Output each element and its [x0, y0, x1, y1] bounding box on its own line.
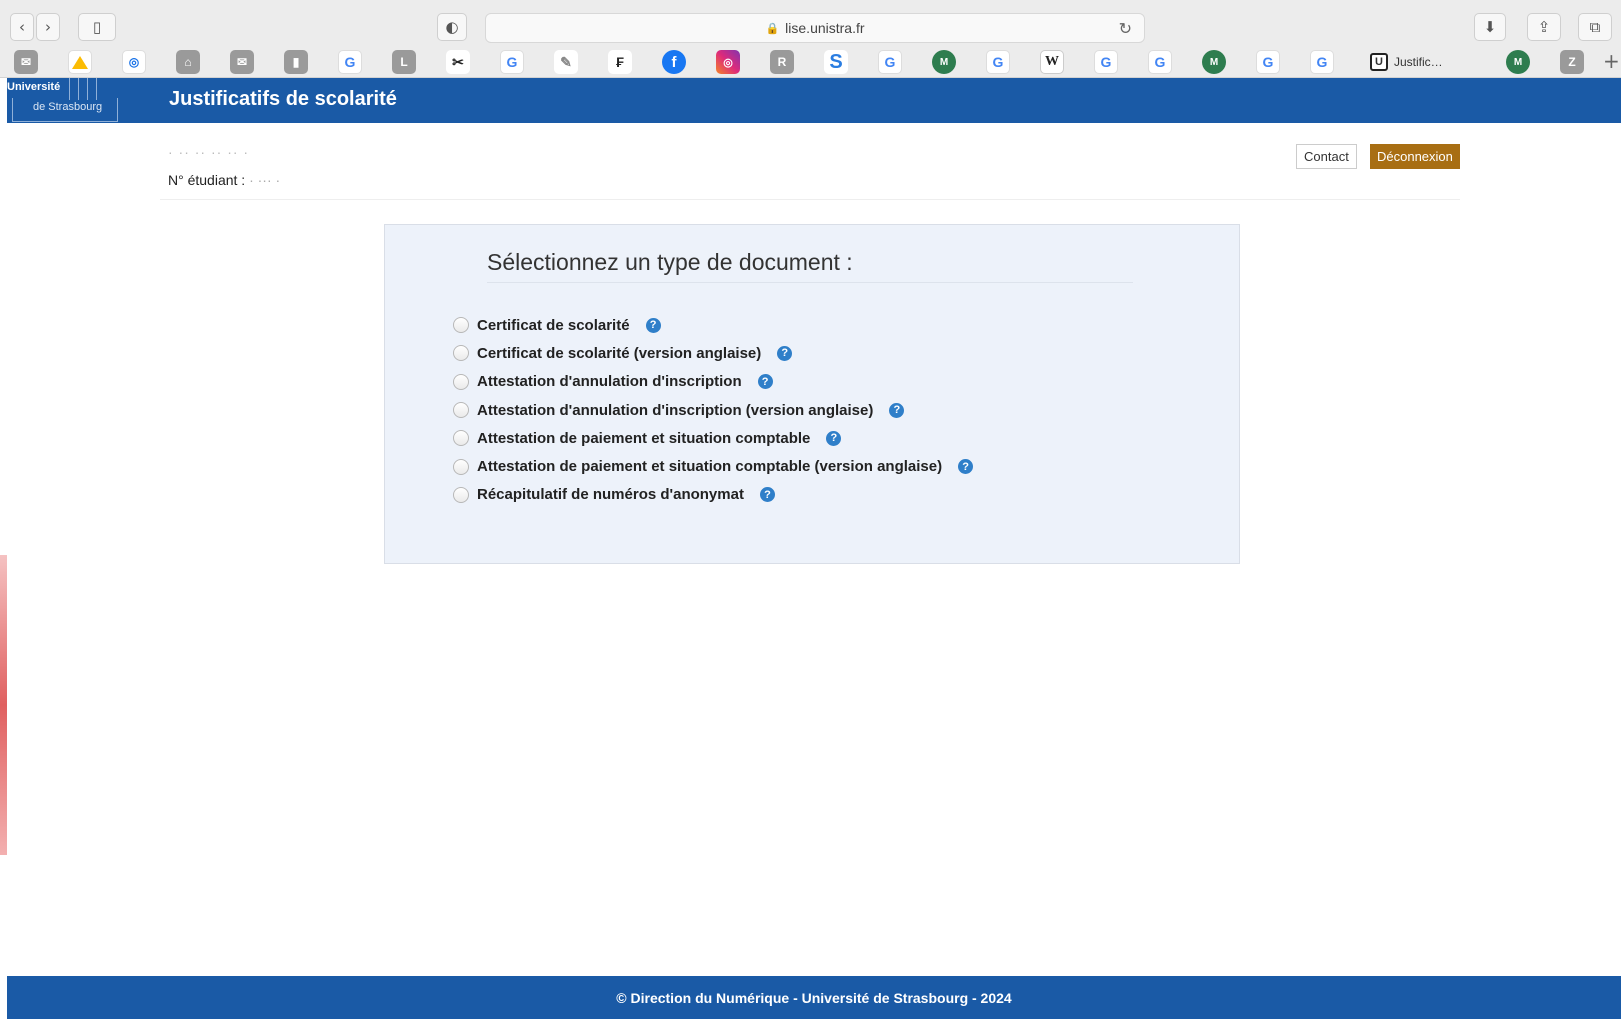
- panel-heading: Sélectionnez un type de document :: [487, 249, 853, 275]
- google-icon[interactable]: G: [1256, 50, 1280, 74]
- reload-icon[interactable]: ↻: [1119, 19, 1132, 38]
- radio-button[interactable]: [453, 458, 469, 475]
- document-option[interactable]: Attestation de paiement et situation com…: [453, 452, 974, 480]
- user-info-bar: · ·· ·· ·· ·· · N° étudiant : · ··· · Co…: [160, 140, 1460, 200]
- google-icon[interactable]: G: [500, 50, 524, 74]
- help-icon[interactable]: ?: [777, 345, 793, 361]
- option-label[interactable]: Récapitulatif de numéros d'anonymat: [477, 486, 744, 503]
- logo-line-2: de Strasbourg: [33, 101, 103, 113]
- google-icon[interactable]: G: [338, 50, 362, 74]
- address-bar[interactable]: 🔒 lise.unistra.fr ↻: [485, 13, 1145, 43]
- active-tab[interactable]: U Justific…: [1370, 50, 1488, 74]
- help-icon[interactable]: ?: [889, 402, 905, 418]
- help-icon[interactable]: ?: [645, 317, 661, 333]
- bookmark-icon[interactable]: ₣: [608, 50, 632, 74]
- option-label[interactable]: Attestation de paiement et situation com…: [477, 430, 810, 447]
- facebook-icon[interactable]: f: [662, 50, 686, 74]
- bookmark-m-icon[interactable]: M: [932, 50, 956, 74]
- lock-icon: 🔒: [765, 21, 780, 35]
- bookmark-z-icon[interactable]: Z: [1560, 50, 1584, 74]
- option-label[interactable]: Attestation d'annulation d'inscription: [477, 373, 742, 390]
- logo-mark: [69, 78, 97, 100]
- bookmarks-bar: ✉ ◎ ⌂ ✉ ▮ G L ✂ G ✎ ₣ f ◎ R S G M G W G …: [0, 46, 1621, 78]
- option-label[interactable]: Attestation de paiement et situation com…: [477, 458, 942, 475]
- document-option[interactable]: Certificat de scolarité (version anglais…: [453, 339, 973, 367]
- help-icon[interactable]: ?: [759, 487, 775, 503]
- browser-toolbar: ‹ › ▯ ◐ 🔒 lise.unistra.fr ↻ ⬇ ⇪ ⧉: [0, 0, 1621, 46]
- footer-text: © Direction du Numérique - Université de…: [616, 989, 1012, 1006]
- radio-button[interactable]: [453, 345, 469, 362]
- help-icon[interactable]: ?: [826, 430, 842, 446]
- radio-button[interactable]: [453, 402, 469, 419]
- option-label[interactable]: Attestation d'annulation d'inscription (…: [477, 402, 873, 419]
- google-icon[interactable]: G: [878, 50, 902, 74]
- bookmark-icon[interactable]: ⌂: [176, 50, 200, 74]
- student-number: N° étudiant : · ··· ·: [168, 172, 280, 188]
- unistra-favicon-icon: U: [1370, 53, 1388, 71]
- logo-line-1: Université: [7, 81, 61, 93]
- download-icon[interactable]: ⬇: [1474, 13, 1506, 41]
- document-option[interactable]: Certificat de scolarité ?: [453, 311, 973, 339]
- contact-button[interactable]: Contact: [1296, 144, 1357, 169]
- instagram-icon[interactable]: ◎: [716, 50, 740, 74]
- site-header: Université de Strasbourg Justificatifs d…: [7, 78, 1621, 123]
- privacy-shield-icon[interactable]: ◐: [437, 13, 467, 41]
- radio-button[interactable]: [453, 317, 469, 334]
- bookmark-r-icon[interactable]: R: [770, 50, 794, 74]
- user-name: · ·· ·· ·· ·· ·: [168, 144, 250, 160]
- site-footer: © Direction du Numérique - Université de…: [7, 976, 1621, 1019]
- google-icon[interactable]: G: [1094, 50, 1118, 74]
- option-label[interactable]: Certificat de scolarité: [477, 317, 630, 334]
- bookmark-m-icon[interactable]: M: [1202, 50, 1226, 74]
- google-drive-icon[interactable]: [68, 50, 92, 74]
- bookmark-icon[interactable]: ✂: [446, 50, 470, 74]
- bookmark-icon[interactable]: ▮: [284, 50, 308, 74]
- heading-divider: [487, 282, 1133, 283]
- page-title: Justificatifs de scolarité: [169, 88, 397, 110]
- bookmark-l-icon[interactable]: L: [392, 50, 416, 74]
- document-type-options: Certificat de scolarité ? Certificat de …: [453, 311, 974, 509]
- google-icon[interactable]: G: [986, 50, 1010, 74]
- bookmark-icon[interactable]: ◎: [122, 50, 146, 74]
- url-text: lise.unistra.fr: [785, 20, 865, 36]
- wikipedia-icon[interactable]: W: [1040, 50, 1064, 74]
- university-logo[interactable]: Université de Strasbourg: [7, 78, 119, 123]
- document-option[interactable]: Attestation d'annulation d'inscription ?: [453, 368, 973, 396]
- tabs-overview-icon[interactable]: ⧉: [1578, 13, 1612, 41]
- bookmark-icon[interactable]: ✉: [230, 50, 254, 74]
- document-option[interactable]: Attestation de paiement et situation com…: [453, 424, 973, 452]
- desktop-background-edge: [0, 555, 7, 855]
- sidebar-icon[interactable]: ▯: [78, 13, 116, 41]
- share-icon[interactable]: ⇪: [1527, 13, 1561, 41]
- bookmark-s-icon[interactable]: S: [824, 50, 848, 74]
- document-option[interactable]: Attestation d'annulation d'inscription (…: [453, 396, 973, 424]
- logout-button[interactable]: Déconnexion: [1370, 144, 1460, 169]
- document-type-panel: Sélectionnez un type de document : Certi…: [384, 224, 1240, 564]
- document-option[interactable]: Récapitulatif de numéros d'anonymat ?: [453, 481, 973, 509]
- radio-button[interactable]: [453, 486, 469, 503]
- bookmark-icon[interactable]: ✉: [14, 50, 38, 74]
- active-tab-title: Justific…: [1394, 55, 1443, 69]
- radio-button[interactable]: [453, 373, 469, 390]
- student-number-label: N° étudiant :: [168, 172, 246, 188]
- browser-chrome: ‹ › ▯ ◐ 🔒 lise.unistra.fr ↻ ⬇ ⇪ ⧉ ✉ ◎ ⌂ …: [0, 0, 1621, 78]
- bookmark-m-icon[interactable]: M: [1506, 50, 1530, 74]
- help-icon[interactable]: ?: [958, 459, 974, 475]
- forward-icon[interactable]: ›: [36, 13, 60, 41]
- student-number-value: · ··· ·: [245, 172, 281, 188]
- option-label[interactable]: Certificat de scolarité (version anglais…: [477, 345, 761, 362]
- radio-button[interactable]: [453, 430, 469, 447]
- google-icon[interactable]: G: [1310, 50, 1334, 74]
- back-icon[interactable]: ‹: [10, 13, 34, 41]
- help-icon[interactable]: ?: [757, 374, 773, 390]
- new-tab-plus-icon[interactable]: +: [1603, 49, 1620, 73]
- google-icon[interactable]: G: [1148, 50, 1172, 74]
- bookmark-icon[interactable]: ✎: [554, 50, 578, 74]
